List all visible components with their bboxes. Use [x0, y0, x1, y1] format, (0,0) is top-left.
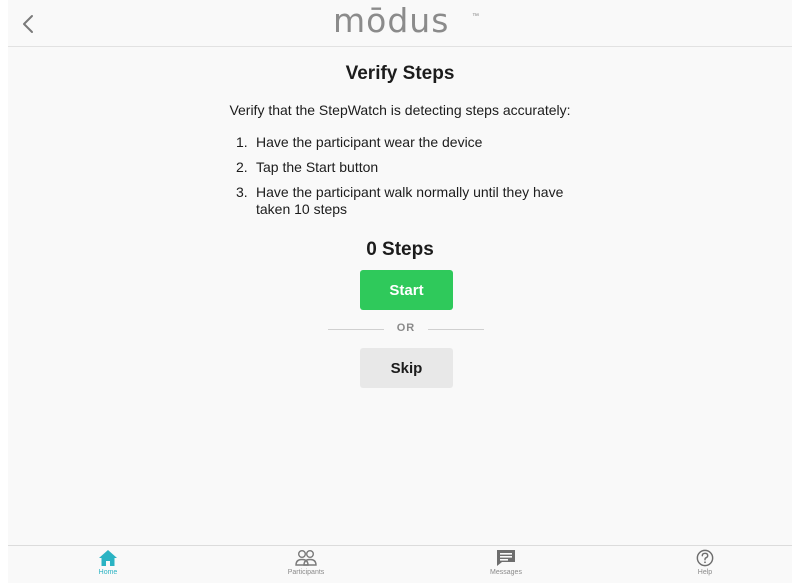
step-text: Tap the Start button: [256, 159, 379, 175]
start-button[interactable]: Start: [360, 270, 453, 310]
or-label: OR: [396, 322, 416, 334]
step-count: 0 Steps: [366, 239, 434, 260]
list-item: 2. Tap the Start button: [236, 159, 596, 176]
tab-label: Participants: [287, 569, 325, 576]
page-title: Verify Steps: [345, 63, 455, 84]
tab-help[interactable]: Help: [660, 549, 750, 583]
app-screen: mōdus ™ Verify Steps Verify that the Ste…: [8, 0, 792, 583]
help-icon: [696, 549, 714, 567]
step-number: 1.: [236, 134, 248, 150]
intro-text: Verify that the StepWatch is detecting s…: [229, 102, 571, 118]
step-text: Have the participant walk normally until…: [256, 184, 564, 217]
tab-label: Home: [98, 569, 118, 576]
messages-icon: [497, 550, 515, 566]
step-text: Have the participant wear the device: [256, 134, 483, 150]
step-number: 3.: [236, 184, 248, 200]
tab-bar: Home Participants Messages Help: [8, 545, 792, 583]
list-item: 1. Have the participant wear the device: [236, 134, 596, 151]
tab-label: Help: [697, 569, 713, 576]
tab-participants[interactable]: Participants: [261, 549, 351, 583]
logo-trademark: ™: [472, 13, 479, 20]
list-item: 3. Have the participant walk normally un…: [236, 184, 566, 218]
modus-logo: mōdus ™: [333, 1, 483, 42]
participants-icon: [295, 550, 317, 566]
logo-text: mōdus: [333, 1, 450, 40]
chevron-left-icon: [23, 15, 33, 33]
header-bar: mōdus ™: [8, 0, 792, 47]
step-number: 2.: [236, 159, 248, 175]
tab-messages[interactable]: Messages: [461, 549, 551, 583]
back-button[interactable]: [18, 12, 38, 36]
home-icon: [99, 550, 117, 566]
tab-label: Messages: [490, 569, 522, 576]
divider-line: [428, 329, 484, 330]
skip-button[interactable]: Skip: [360, 348, 453, 388]
or-divider: OR: [328, 321, 484, 337]
instruction-list: 1. Have the participant wear the device …: [236, 134, 596, 226]
tab-home[interactable]: Home: [63, 549, 153, 583]
